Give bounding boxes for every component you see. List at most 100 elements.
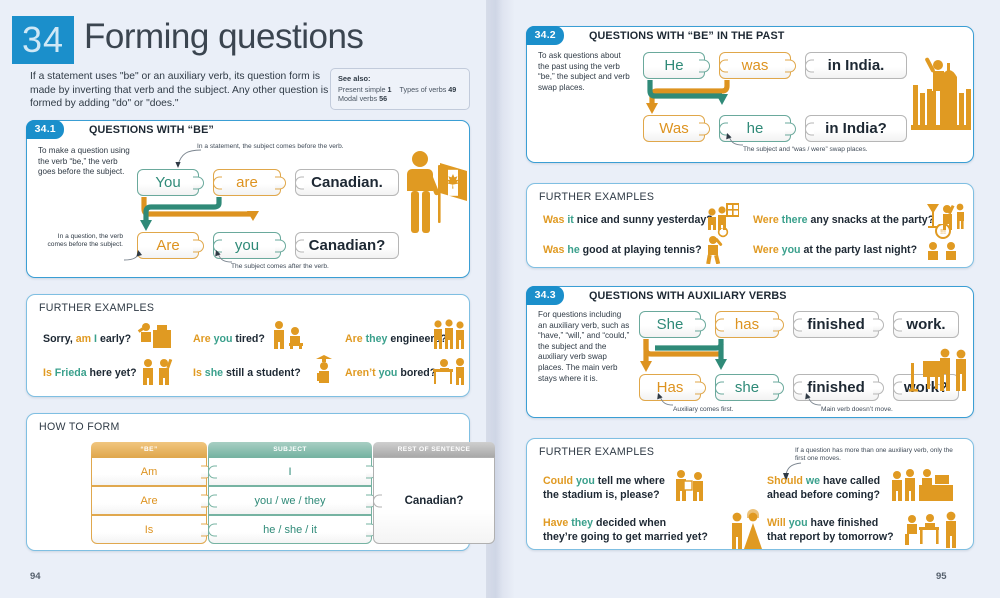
piece-statement-auxiliary[interactable]: has <box>715 311 784 338</box>
see-also-ref-0-text: Present simple <box>338 85 386 94</box>
puzzle-knob-icon <box>873 381 884 394</box>
annotation-pointer-icon <box>726 133 744 146</box>
example-sentence: Are you tired? <box>193 333 265 345</box>
puzzle-socket-icon <box>213 176 222 189</box>
section-34-1-badge-text: 34.1 <box>34 123 56 136</box>
example-sentence: Were you at the party last night? <box>753 244 918 256</box>
puzzle-knob-icon <box>773 318 784 331</box>
piece-statement-rest[interactable]: Canadian. <box>295 169 399 196</box>
book-spread: 34 Forming questions If a statement uses… <box>0 0 1000 598</box>
piece-question-subject[interactable]: she <box>715 374 784 401</box>
example-sentence: Were there any snacks at the party? <box>753 214 935 226</box>
example-sentence: Is Frieda here yet? <box>43 367 137 379</box>
puzzle-knob-icon <box>695 381 706 394</box>
piece-statement-rest[interactable]: in India. <box>805 52 907 79</box>
piece-text: you <box>234 237 260 254</box>
piece-statement-subject[interactable]: She <box>639 311 706 338</box>
annotation-pointer-icon <box>805 393 822 406</box>
piece-statement-verb[interactable]: was <box>719 52 796 79</box>
puzzle-socket-icon <box>719 59 728 72</box>
svg-text:!!!: !!! <box>940 229 946 236</box>
piece-statement-verb[interactable]: are <box>213 169 286 196</box>
puzzle-knob-icon <box>785 59 796 72</box>
table-cell-be-0[interactable]: Am <box>91 457 212 486</box>
piece-statement-object[interactable]: work. <box>893 311 959 338</box>
wedding-couple-icon <box>732 509 762 549</box>
piece-question-verb[interactable]: Was <box>643 115 710 142</box>
puzzle-knob-icon <box>275 176 286 189</box>
piece-text: are <box>236 174 258 191</box>
puzzle-knob-icon <box>773 381 784 394</box>
how-to-form-title: HOW TO FORM <box>39 421 120 433</box>
puzzle-knob-icon <box>275 239 286 252</box>
puzzle-socket-icon <box>208 494 217 507</box>
puzzle-socket-icon <box>208 523 217 536</box>
chapter-number-badge: 34 <box>12 16 74 64</box>
puzzle-socket-icon <box>805 122 814 135</box>
piece-text: You <box>155 174 181 191</box>
example-sentence: Was he good at playing tennis? <box>543 244 702 256</box>
puzzle-knob-icon <box>699 59 710 72</box>
example-sentence: Should we have called ahead before comin… <box>767 475 881 501</box>
section-34-2-title: QUESTIONS WITH “BE” IN THE PAST <box>589 30 785 42</box>
table-header-rest: REST OF SENTENCE <box>373 442 495 457</box>
puzzle-knob-icon <box>699 122 710 135</box>
piece-question-rest[interactable]: Canadian? <box>295 232 399 259</box>
swap-arrows-icon <box>646 80 730 114</box>
table-cell-subject-2[interactable]: he / she / it <box>208 515 377 544</box>
piece-statement-subject[interactable]: You <box>137 169 204 196</box>
puzzle-socket-icon <box>715 318 724 331</box>
puzzle-socket-icon <box>715 381 724 394</box>
see-also-ref-2[interactable]: Modal verbs 56 <box>338 94 462 103</box>
table-cell-be-1[interactable]: Are <box>91 486 212 515</box>
section-34-3-note-bottom-left: Auxiliary comes first. <box>673 406 734 413</box>
example-sentence: Is she still a student? <box>193 367 301 379</box>
annotation-pointer-icon <box>657 393 674 406</box>
person-at-podium-icon <box>137 323 171 348</box>
section-34-3-badge: 34.3 <box>525 285 564 305</box>
piece-text: Are <box>156 237 180 254</box>
example-sentence: Was it nice and sunny yesterday? <box>543 214 713 226</box>
section-34-1-card: 34.1 QUESTIONS WITH “BE” To make a quest… <box>25 119 470 278</box>
annotation-pointer-icon <box>175 149 202 168</box>
chapter-number: 34 <box>21 19 65 60</box>
example-sentence: Could you tell me where the stadium is, … <box>543 475 665 501</box>
see-also-ref-0-page: 1 <box>387 85 392 94</box>
office-workers-icon <box>909 348 966 392</box>
three-engineers-icon <box>434 319 464 349</box>
section-34-3-title: QUESTIONS WITH AUXILIARY VERBS <box>589 290 787 302</box>
section-34-1-note-top: In a statement, the subject comes before… <box>197 143 344 150</box>
table-cell-rest[interactable]: Canadian? <box>373 457 495 544</box>
see-also-ref-0[interactable]: Present simple 1 <box>338 85 392 94</box>
graduate-student-icon <box>316 355 332 383</box>
two-people-window-icon <box>708 203 739 230</box>
example-sentence: Aren’t you bored? <box>345 367 437 379</box>
piece-question-rest[interactable]: in India? <box>805 115 907 142</box>
puzzle-knob-icon <box>873 318 884 331</box>
puzzle-knob-icon <box>785 122 796 135</box>
see-also-ref-2-text: Modal verbs <box>338 94 378 104</box>
chapter-intro: If a statement uses "be" or an auxiliary… <box>30 71 329 110</box>
puzzle-socket-icon <box>373 494 382 507</box>
piece-statement-mainverb[interactable]: finished <box>793 311 884 338</box>
see-also-ref-2-page: 56 <box>379 94 388 104</box>
further-examples-left-title: FURTHER EXAMPLES <box>39 302 155 314</box>
further-examples-right-title: FURTHER EXAMPLES <box>539 446 655 458</box>
table-cell-be-2[interactable]: Is <box>91 515 212 544</box>
bored-person-at-desk-icon <box>433 358 464 385</box>
see-also-ref-1[interactable]: Types of verbs 49 <box>400 85 457 94</box>
puzzle-socket-icon <box>295 239 304 252</box>
table-cell-subject-1[interactable]: you / we / they <box>208 486 377 515</box>
table-header-subject: SUBJECT <box>208 442 372 457</box>
person-with-canadian-flag-icon <box>407 151 467 233</box>
section-34-2-card: 34.2 QUESTIONS WITH “BE” IN THE PAST To … <box>525 25 974 163</box>
section-34-3-card: 34.3 QUESTIONS WITH AUXILIARY VERBS For … <box>525 285 974 418</box>
two-men-talking-icon <box>676 470 703 501</box>
piece-statement-subject[interactable]: He <box>643 52 710 79</box>
section-34-2-sidenote: To ask questions about the past using th… <box>538 51 630 92</box>
reception-desk-icon <box>892 469 953 501</box>
office-meeting-icon <box>905 511 956 548</box>
piece-text: Canadian? <box>308 237 386 254</box>
section-34-1-note-bottom-right: The subject comes after the verb. <box>231 263 329 270</box>
table-cell-subject-0[interactable]: I <box>208 457 377 486</box>
